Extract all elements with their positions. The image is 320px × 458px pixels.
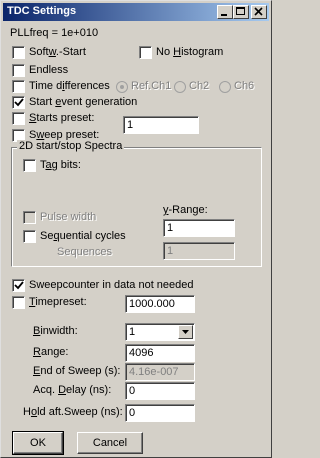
binwidth-value: 1 [129, 326, 136, 338]
starts-preset-label: Starts preset: [29, 112, 95, 124]
title-bar[interactable]: TDC Settings [3, 3, 269, 21]
hold-aft-sweep-label: Hold aft.Sweep (ns): [23, 406, 123, 418]
ok-button[interactable]: OK [12, 431, 64, 455]
minimize-button[interactable] [217, 5, 233, 19]
sequences-input[interactable]: 1 [163, 242, 235, 260]
start-event-generation-label: Start event generation [29, 96, 138, 108]
checkmark-icon [14, 98, 24, 107]
starts-preset-checkbox[interactable] [12, 112, 25, 125]
y-range-input[interactable]: 1 [163, 219, 235, 237]
hold-aft-sweep-input[interactable]: 0 [125, 404, 195, 422]
timepreset-label: Timepreset: [29, 296, 87, 308]
timepreset-input[interactable]: 1000.000 [125, 295, 195, 313]
no-histogram-label: No Histogram [156, 46, 224, 58]
end-of-sweep-label: End of Sweep (s): [33, 365, 121, 377]
start-event-generation-checkbox[interactable] [12, 96, 25, 109]
maximize-button[interactable] [233, 5, 249, 19]
maximize-icon [236, 7, 245, 15]
sequential-cycles-label: Sequential cycles [40, 230, 126, 242]
spectra-group-title: 2D start/stop Spectra [17, 140, 125, 152]
sweepcounter-label: Sweepcounter in data not needed [29, 279, 194, 291]
tag-bits-checkbox[interactable] [23, 159, 36, 172]
close-icon [254, 7, 263, 16]
radio-ch2-label: Ch2 [189, 80, 210, 92]
radio-ch6[interactable] [219, 81, 231, 93]
timepreset-checkbox[interactable] [12, 296, 25, 309]
tag-bits-label: Tag bits: [40, 159, 81, 171]
softw-start-checkbox[interactable] [12, 46, 25, 59]
close-button[interactable] [251, 5, 267, 19]
chevron-down-icon [182, 330, 189, 334]
binwidth-label: Binwidth: [33, 325, 78, 337]
acq-delay-input[interactable]: 0 [125, 382, 195, 400]
end-of-sweep-input[interactable]: 4.16e-007 [125, 363, 195, 381]
sequential-cycles-checkbox[interactable] [23, 230, 36, 243]
y-range-label: y-Range: [163, 204, 208, 216]
binwidth-select[interactable]: 1 [125, 323, 195, 341]
endless-checkbox[interactable] [12, 64, 25, 77]
pulse-width-label: Pulse width [40, 211, 97, 223]
endless-label: Endless [29, 64, 69, 76]
checkmark-icon [14, 281, 24, 290]
time-differences-label: Time differences [29, 80, 110, 92]
no-histogram-checkbox[interactable] [139, 46, 152, 59]
pulse-width-checkbox[interactable] [23, 211, 36, 224]
radio-ch2[interactable] [174, 81, 186, 93]
radio-ref-ch1-label: Ref.Ch1 [131, 80, 172, 92]
acq-delay-label: Acq. Delay (ns): [33, 384, 112, 396]
sweepcounter-checkbox[interactable] [12, 279, 25, 292]
minimize-icon [221, 14, 227, 16]
window-title: TDC Settings [7, 5, 77, 17]
radio-ref-ch1[interactable] [116, 81, 128, 93]
cancel-button[interactable]: Cancel [77, 432, 143, 454]
pllfreq-label: PLLfreq = 1e+010 [10, 27, 99, 39]
tdc-settings-window: TDC Settings PLLfreq = 1e+010 Softw.-Sta… [0, 0, 272, 458]
time-differences-checkbox[interactable] [12, 80, 25, 93]
softw-start-label: Softw.-Start [29, 46, 86, 58]
starts-preset-input[interactable]: 1 [123, 116, 199, 134]
range-label: Range: [33, 346, 69, 358]
binwidth-dropdown-button[interactable] [178, 325, 193, 339]
sequences-label: Sequences [57, 246, 113, 258]
radio-ch6-label: Ch6 [234, 80, 255, 92]
range-input[interactable]: 4096 [125, 344, 195, 362]
